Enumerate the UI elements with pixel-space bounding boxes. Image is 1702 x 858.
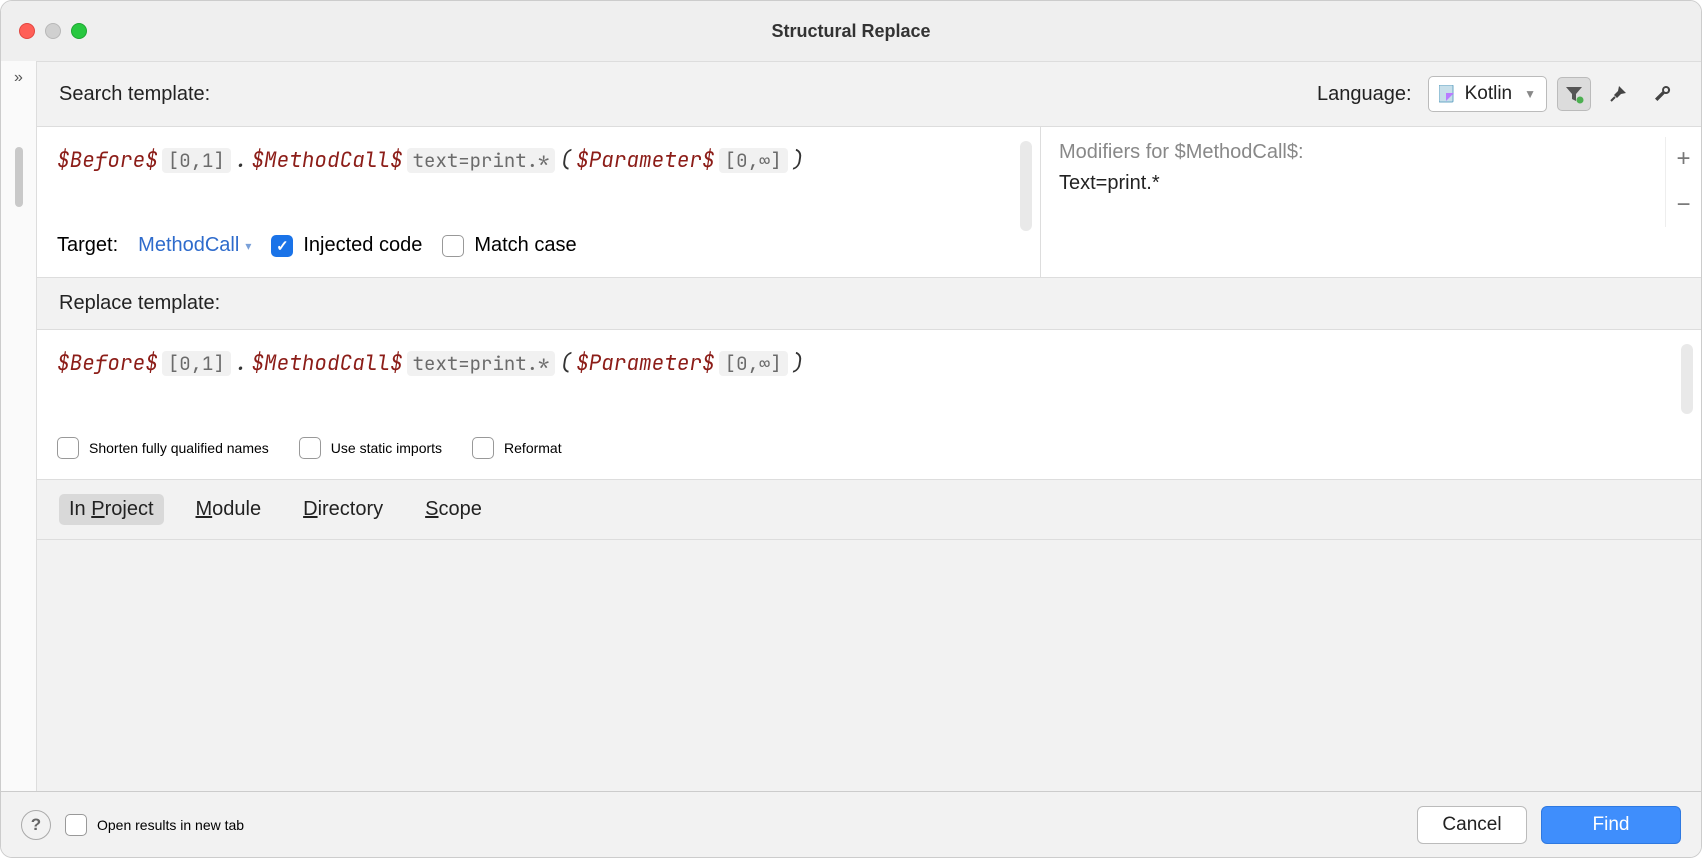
replace-template-label: Replace template: bbox=[59, 292, 220, 315]
shorten-fqn-checkbox[interactable]: Shorten fully qualified names bbox=[57, 437, 269, 459]
modifiers-pane: Modifiers for $MethodCall$: Text=print.*… bbox=[1041, 127, 1701, 277]
match-case-label: Match case bbox=[474, 234, 576, 257]
dot: . bbox=[235, 350, 248, 377]
wrench-icon bbox=[1652, 84, 1672, 104]
chevron-down-icon: ▼ bbox=[1524, 87, 1536, 101]
var-parameter: $Parameter$ bbox=[576, 350, 715, 377]
settings-button[interactable] bbox=[1645, 77, 1679, 111]
target-value: MethodCall bbox=[138, 234, 239, 257]
reformat-checkbox[interactable]: Reformat bbox=[472, 437, 562, 459]
cardinality-parameter: [0,∞] bbox=[719, 351, 788, 376]
modifiers-body[interactable]: Text=print.* bbox=[1059, 172, 1683, 195]
pin-button[interactable] bbox=[1601, 77, 1635, 111]
scope-tabs: In Project Module Directory Scope bbox=[37, 480, 1701, 540]
open-paren: ( bbox=[559, 350, 572, 377]
pin-icon bbox=[1609, 85, 1627, 103]
expand-icon[interactable]: » bbox=[14, 69, 23, 87]
cancel-button[interactable]: Cancel bbox=[1417, 806, 1527, 844]
var-methodcall: $MethodCall$ bbox=[251, 147, 402, 174]
scope-tab-scope[interactable]: Scope bbox=[415, 494, 492, 525]
cardinality-before: [0,1] bbox=[162, 148, 231, 173]
left-gutter: » bbox=[1, 61, 37, 791]
var-before: $Before$ bbox=[57, 147, 158, 174]
checkbox-box bbox=[442, 235, 464, 257]
shorten-fqn-label: Shorten fully qualified names bbox=[89, 440, 269, 456]
filter-button[interactable] bbox=[1557, 77, 1591, 111]
dialog-body: » Search template: Language: Kotlin ▼ bbox=[1, 61, 1701, 791]
search-header: Search template: Language: Kotlin ▼ bbox=[37, 61, 1701, 127]
injected-code-checkbox[interactable]: Injected code bbox=[271, 234, 422, 257]
replace-code-line: $Before$ [0,1] . $MethodCall$ text=print… bbox=[57, 350, 1681, 377]
search-editor[interactable]: $Before$ [0,1] . $MethodCall$ text=print… bbox=[37, 127, 1041, 277]
help-button[interactable]: ? bbox=[21, 810, 51, 840]
titlebar: Structural Replace bbox=[1, 1, 1701, 61]
scope-tab-directory[interactable]: Directory bbox=[293, 494, 393, 525]
checkbox-box bbox=[472, 437, 494, 459]
injected-code-label: Injected code bbox=[303, 234, 422, 257]
language-label: Language: bbox=[1317, 83, 1412, 106]
open-in-new-tab-label: Open results in new tab bbox=[97, 817, 244, 833]
chevron-down-icon: ▾ bbox=[245, 239, 251, 253]
minimize-window-button[interactable] bbox=[45, 23, 61, 39]
zoom-window-button[interactable] bbox=[71, 23, 87, 39]
target-row: Target: MethodCall ▾ Injected code Match… bbox=[57, 234, 1020, 257]
checkbox-box bbox=[65, 814, 87, 836]
var-before: $Before$ bbox=[57, 350, 158, 377]
target-label: Target: bbox=[57, 234, 118, 257]
replace-header: Replace template: bbox=[37, 278, 1701, 330]
language-value: Kotlin bbox=[1465, 83, 1513, 105]
dot: . bbox=[235, 147, 248, 174]
var-methodcall: $MethodCall$ bbox=[251, 350, 402, 377]
use-static-imports-checkbox[interactable]: Use static imports bbox=[299, 437, 442, 459]
cardinality-before: [0,1] bbox=[162, 351, 231, 376]
funnel-icon bbox=[1564, 84, 1584, 104]
target-dropdown[interactable]: MethodCall ▾ bbox=[138, 234, 251, 257]
replace-options-row: Shorten fully qualified names Use static… bbox=[57, 437, 1681, 459]
checkbox-box bbox=[57, 437, 79, 459]
open-paren: ( bbox=[559, 147, 572, 174]
dialog-footer: ? Open results in new tab Cancel Find bbox=[1, 791, 1701, 857]
filter-methodcall: text=print.* bbox=[407, 148, 556, 173]
add-modifier-button[interactable]: + bbox=[1676, 145, 1690, 173]
close-paren: ) bbox=[792, 350, 805, 377]
open-in-new-tab-checkbox[interactable]: Open results in new tab bbox=[65, 814, 244, 836]
cardinality-parameter: [0,∞] bbox=[719, 148, 788, 173]
search-toolbar: Language: Kotlin ▼ bbox=[1317, 76, 1679, 112]
language-combo[interactable]: Kotlin ▼ bbox=[1428, 76, 1547, 112]
checkbox-box bbox=[271, 235, 293, 257]
close-window-button[interactable] bbox=[19, 23, 35, 39]
var-parameter: $Parameter$ bbox=[576, 147, 715, 174]
modifiers-actions: + − bbox=[1665, 137, 1701, 227]
find-button[interactable]: Find bbox=[1541, 806, 1681, 844]
gutter-scrollbar[interactable] bbox=[15, 147, 23, 207]
search-template-label: Search template: bbox=[59, 83, 210, 106]
search-code-line: $Before$ [0,1] . $MethodCall$ text=print… bbox=[57, 147, 1020, 174]
search-editor-scrollbar[interactable] bbox=[1020, 141, 1032, 231]
replace-editor-scrollbar[interactable] bbox=[1681, 344, 1693, 414]
use-static-imports-label: Use static imports bbox=[331, 440, 442, 456]
reformat-label: Reformat bbox=[504, 440, 562, 456]
structural-replace-dialog: Structural Replace » Search template: La… bbox=[0, 0, 1702, 858]
modifiers-title: Modifiers for $MethodCall$: bbox=[1059, 141, 1683, 164]
remove-modifier-button[interactable]: − bbox=[1676, 191, 1690, 219]
scope-tab-project[interactable]: In Project bbox=[59, 494, 164, 525]
match-case-checkbox[interactable]: Match case bbox=[442, 234, 576, 257]
scope-tab-module[interactable]: Module bbox=[186, 494, 272, 525]
window-title: Structural Replace bbox=[1, 21, 1701, 42]
kotlin-file-icon bbox=[1439, 85, 1457, 103]
window-controls bbox=[19, 23, 87, 39]
filter-methodcall: text=print.* bbox=[407, 351, 556, 376]
search-split: $Before$ [0,1] . $MethodCall$ text=print… bbox=[37, 127, 1701, 278]
main-column: Search template: Language: Kotlin ▼ bbox=[37, 61, 1701, 791]
close-paren: ) bbox=[792, 147, 805, 174]
replace-editor[interactable]: $Before$ [0,1] . $MethodCall$ text=print… bbox=[37, 330, 1701, 480]
checkbox-box bbox=[299, 437, 321, 459]
